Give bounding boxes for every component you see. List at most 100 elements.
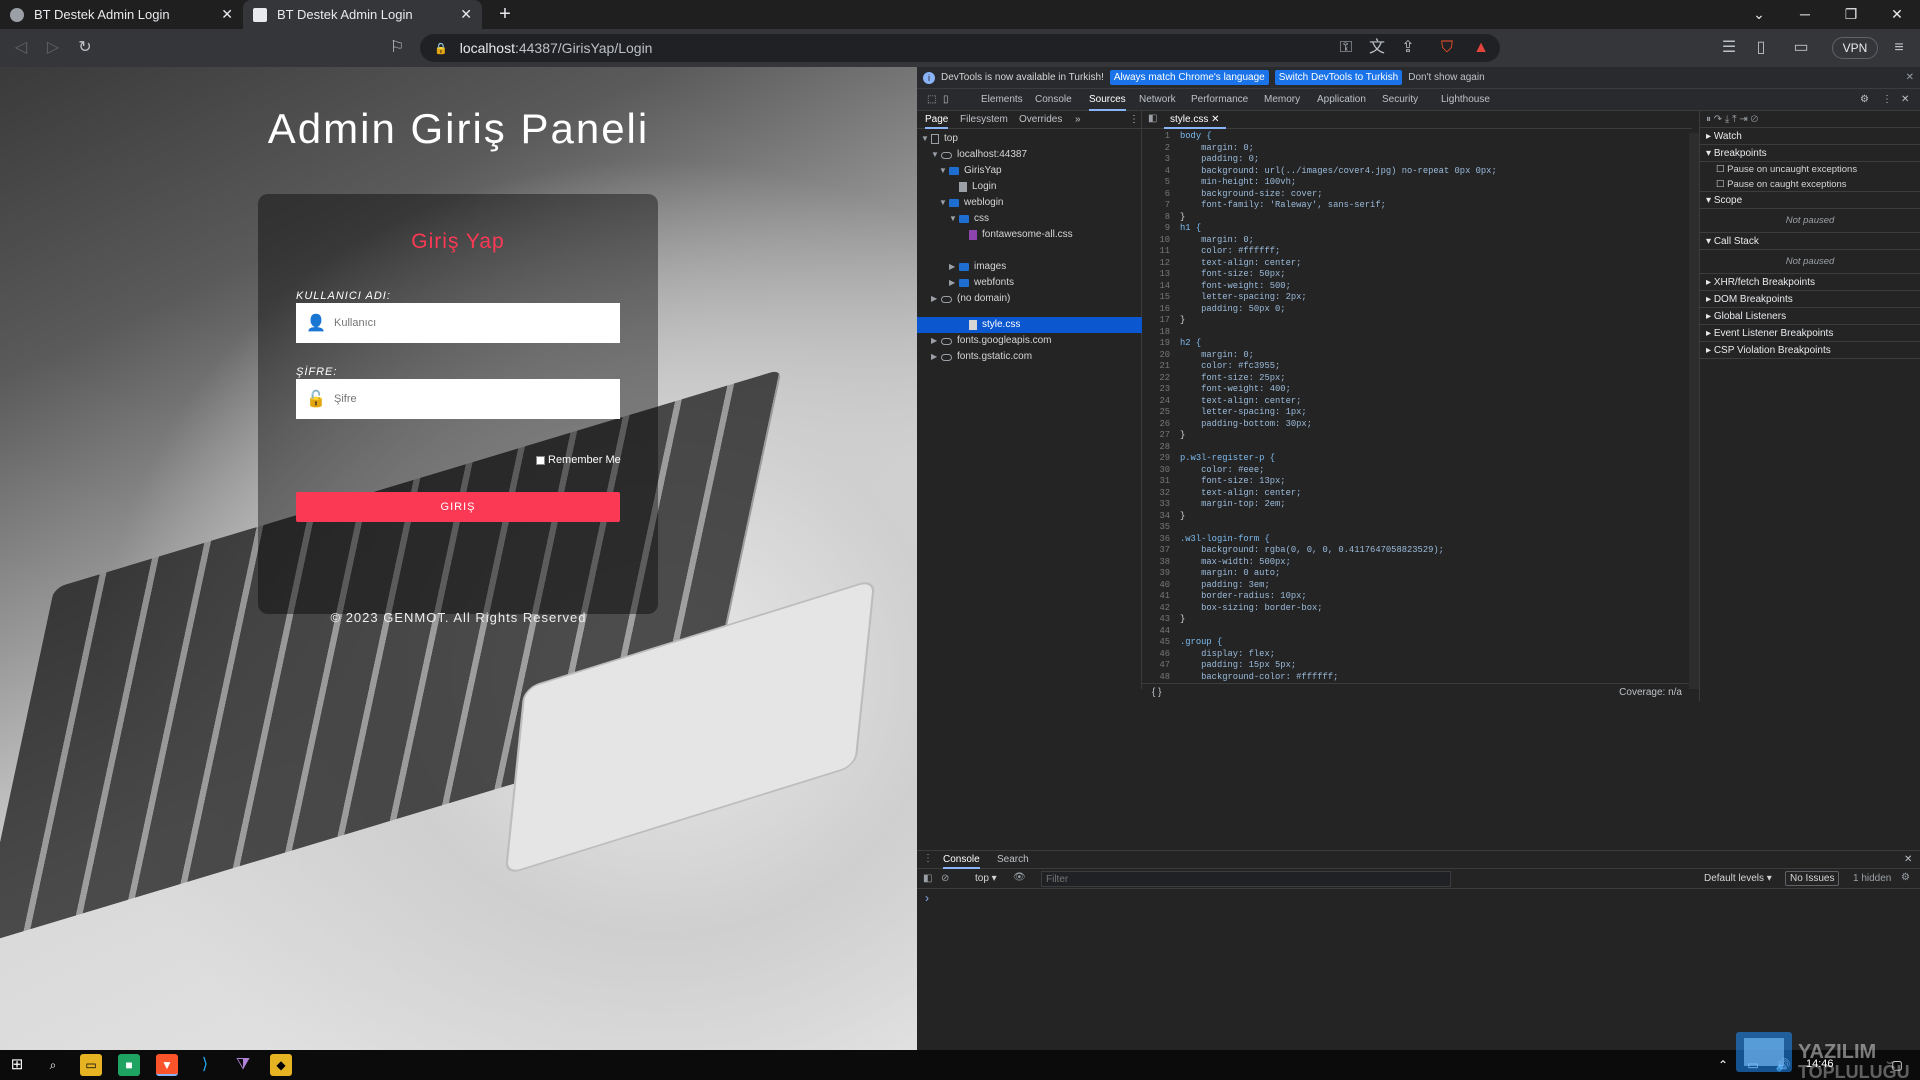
tree-item[interactable]: ▶ images — [949, 259, 1006, 275]
tree-item[interactable]: ▶ fonts.googleapis.com — [931, 333, 1052, 349]
console-prompt[interactable]: › — [917, 889, 1920, 907]
line-number[interactable]: 31 — [1142, 476, 1170, 488]
close-icon[interactable]: ✕ — [460, 6, 472, 23]
drawer-tab-console[interactable]: Console — [943, 851, 980, 869]
line-number[interactable]: 32 — [1142, 488, 1170, 500]
line-number[interactable]: 11 — [1142, 246, 1170, 258]
kebab-menu-icon[interactable]: ⋮ — [1882, 89, 1892, 111]
gear-icon[interactable]: ⚙ — [1901, 872, 1910, 883]
code-line[interactable]: 40 padding: 3em; — [1142, 580, 1682, 592]
code-line[interactable]: 7 font-family: 'Raleway', sans-serif; — [1142, 200, 1682, 212]
window-close-button[interactable]: ✕ — [1874, 0, 1920, 29]
line-number[interactable]: 10 — [1142, 235, 1170, 247]
tree-item[interactable]: ▶ webfonts — [949, 275, 1014, 291]
code-line[interactable]: 30 color: #eee; — [1142, 465, 1682, 477]
context-selector[interactable]: top ▾ — [975, 873, 997, 884]
section-scope[interactable]: ▾ Scope — [1700, 192, 1920, 209]
line-number[interactable]: 46 — [1142, 649, 1170, 661]
code-line[interactable]: 33 margin-top: 2em; — [1142, 499, 1682, 511]
code-line[interactable]: 6 background-size: cover; — [1142, 189, 1682, 201]
tree-item[interactable]: ▼ css — [949, 211, 989, 227]
code-line[interactable]: 38 max-width: 500px; — [1142, 557, 1682, 569]
gear-icon[interactable]: ⚙ — [1860, 89, 1869, 111]
line-number[interactable]: 45 — [1142, 637, 1170, 649]
file-explorer-icon[interactable]: ▭ — [80, 1054, 102, 1076]
line-number[interactable]: 19 — [1142, 338, 1170, 350]
tab-elements[interactable]: Elements — [981, 89, 1023, 111]
line-number[interactable]: 21 — [1142, 361, 1170, 373]
toggle-navigator-icon[interactable]: ◧ — [1148, 113, 1157, 124]
translate-icon[interactable]: 文 — [1366, 37, 1388, 59]
code-line[interactable]: 16 padding: 50px 0; — [1142, 304, 1682, 316]
line-number[interactable]: 20 — [1142, 350, 1170, 362]
drawer-tab-search[interactable]: Search — [997, 851, 1029, 869]
line-number[interactable]: 28 — [1142, 442, 1170, 454]
inspect-icon[interactable]: ⬚ — [927, 89, 936, 111]
code-line[interactable]: 37 background: rgba(0, 0, 0, 0.411764705… — [1142, 545, 1682, 557]
brave-rewards-icon[interactable]: ▲ — [1470, 37, 1492, 59]
line-number[interactable]: 37 — [1142, 545, 1170, 557]
playlist-icon[interactable]: ☰ — [1718, 37, 1740, 59]
minimize-button[interactable]: ─ — [1782, 0, 1828, 29]
code-line[interactable]: 27} — [1142, 430, 1682, 442]
code-line[interactable]: 3 padding: 0; — [1142, 154, 1682, 166]
code-line[interactable]: 42 box-sizing: border-box; — [1142, 603, 1682, 615]
close-drawer-icon[interactable]: ✕ — [1904, 851, 1912, 869]
code-line[interactable]: 1 body { — [1142, 131, 1682, 143]
login-button[interactable]: GIRIŞ — [296, 492, 620, 522]
line-number[interactable]: 7 — [1142, 200, 1170, 212]
tree-item[interactable]: ▼ localhost:44387 — [931, 147, 1027, 163]
nav-tab-overrides[interactable]: Overrides — [1019, 111, 1062, 129]
remember-me[interactable]: Remember Me — [536, 454, 621, 466]
code-line[interactable]: 48 background-color: #ffffff; — [1142, 672, 1682, 684]
code-line[interactable]: 31 font-size: 13px; — [1142, 476, 1682, 488]
code-line[interactable]: 47 padding: 15px 5px; — [1142, 660, 1682, 672]
log-levels-dropdown[interactable]: Default levels ▾ — [1704, 873, 1772, 884]
reload-icon[interactable]: ↻ — [74, 37, 96, 59]
code-line[interactable]: 32 text-align: center; — [1142, 488, 1682, 500]
code-line[interactable]: 35 — [1142, 522, 1682, 534]
code-line[interactable]: 34} — [1142, 511, 1682, 523]
code-line[interactable]: 12 text-align: center; — [1142, 258, 1682, 270]
code-line[interactable]: 46 display: flex; — [1142, 649, 1682, 661]
code-line[interactable]: 11 color: #ffffff; — [1142, 246, 1682, 258]
line-number[interactable]: 15 — [1142, 292, 1170, 304]
tab-memory[interactable]: Memory — [1264, 89, 1300, 111]
bookmark-icon[interactable]: ⚐ — [386, 37, 408, 59]
tab-network[interactable]: Network — [1139, 89, 1176, 111]
section-xhr-breakpoints[interactable]: ▸ XHR/fetch Breakpoints — [1700, 274, 1920, 291]
issues-button[interactable]: No Issues — [1785, 871, 1840, 886]
code-line[interactable]: 25 letter-spacing: 1px; — [1142, 407, 1682, 419]
visual-studio-icon[interactable]: ⧩ — [232, 1054, 254, 1076]
line-number[interactable]: 12 — [1142, 258, 1170, 270]
remember-checkbox[interactable] — [536, 455, 545, 465]
line-number[interactable]: 9 — [1142, 223, 1170, 235]
code-line[interactable]: 29 p.w3l-register-p { — [1142, 453, 1682, 465]
code-line[interactable]: 41 border-radius: 10px; — [1142, 591, 1682, 603]
share-icon[interactable]: ⇪ — [1397, 37, 1419, 59]
username-input[interactable] — [334, 317, 610, 329]
line-number[interactable]: 30 — [1142, 465, 1170, 477]
tab-application[interactable]: Application — [1317, 89, 1366, 111]
tree-item-selected[interactable]: style.css — [969, 317, 1020, 333]
line-number[interactable]: 43 — [1142, 614, 1170, 626]
url-text[interactable]: localhost:44387/GirisYap/Login — [460, 40, 653, 56]
tree-item[interactable]: fontawesome-all.css — [969, 227, 1073, 243]
code-line[interactable]: 15 letter-spacing: 2px; — [1142, 292, 1682, 304]
brave-browser-icon[interactable]: ▼ — [156, 1054, 178, 1076]
code-line[interactable]: 23 font-weight: 400; — [1142, 384, 1682, 396]
code-line[interactable]: 39 margin: 0 auto; — [1142, 568, 1682, 580]
code-view[interactable]: 1 body {2 margin: 0; 3 padding: 0; 4 backgr… — [1142, 131, 1682, 683]
line-number[interactable]: 41 — [1142, 591, 1170, 603]
close-devtools-icon[interactable]: ✕ — [1901, 89, 1909, 111]
tray-chevron-icon[interactable]: ⌃ — [1712, 1054, 1734, 1076]
device-toggle-icon[interactable]: ▯ — [943, 89, 949, 111]
search-icon[interactable]: ⌕ — [42, 1054, 64, 1076]
vscode-icon[interactable]: ⟩ — [194, 1054, 216, 1076]
line-number[interactable]: 26 — [1142, 419, 1170, 431]
code-line[interactable]: 10 margin: 0; — [1142, 235, 1682, 247]
kebab-menu-icon[interactable]: ⋮ — [1129, 111, 1139, 129]
tree-item[interactable]: ▶ (no domain) — [931, 291, 1010, 307]
section-watch[interactable]: ▸ Watch — [1700, 128, 1920, 145]
line-number[interactable]: 27 — [1142, 430, 1170, 442]
